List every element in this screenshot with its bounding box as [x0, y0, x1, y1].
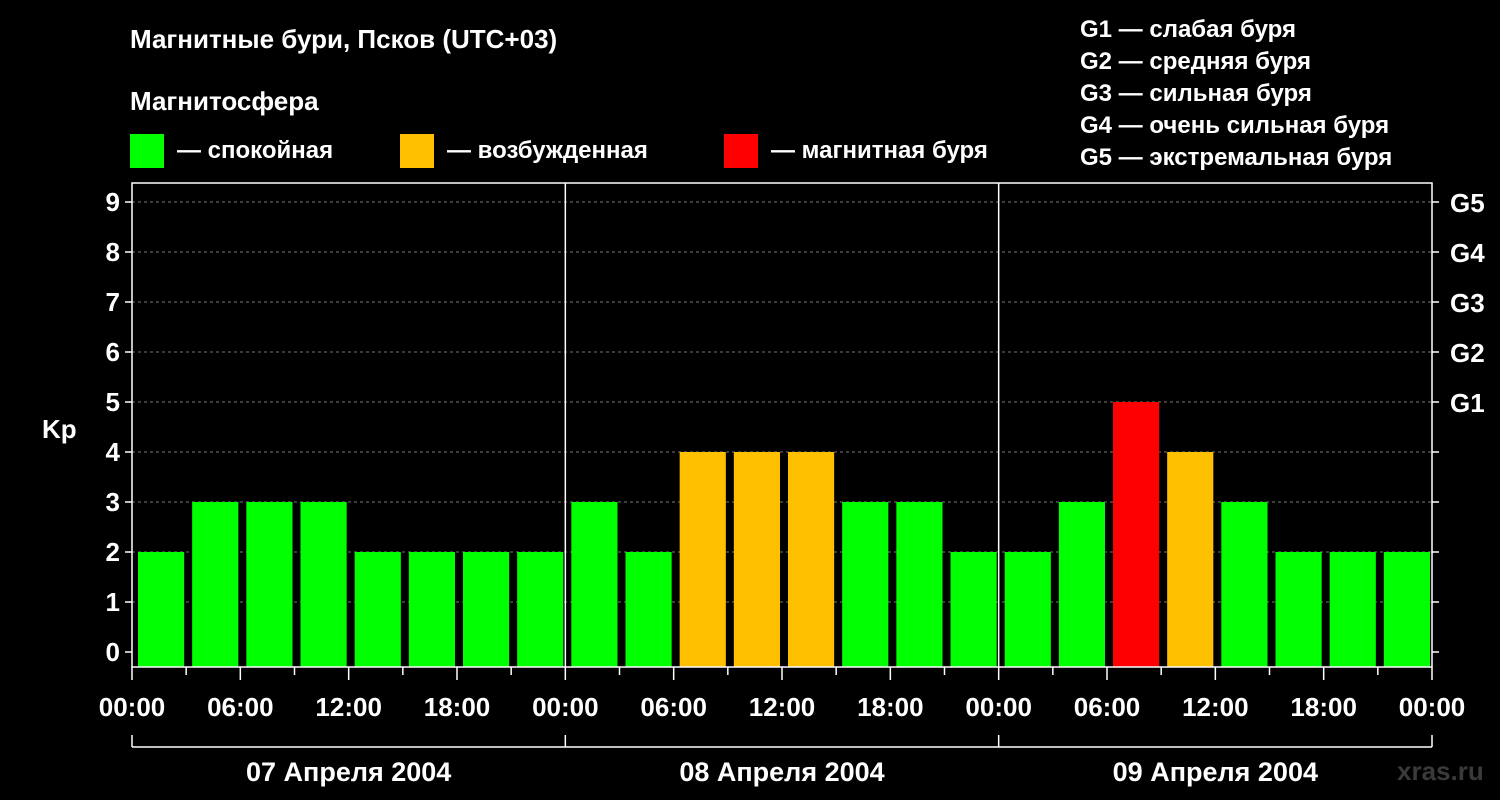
kp-bar	[1221, 502, 1268, 667]
x-tick-label: 18:00	[424, 692, 491, 722]
y-axis-label: Kp	[42, 414, 77, 444]
y-tick-label: 6	[106, 337, 120, 367]
kp-bar	[1058, 502, 1105, 667]
day-label: 07 Апреля 2004	[246, 757, 451, 787]
kp-bar	[571, 502, 618, 667]
kp-bar	[300, 502, 347, 667]
kp-bar-chart: 0 1 2 3 4 5 6 7 8 9 G1 G2 G3 G4 G5 Kp 00:00 06:00 12:00 18:…	[42, 182, 1485, 787]
x-tick-label: 00:00	[99, 692, 166, 722]
y-tick-label: 8	[106, 237, 120, 267]
kp-bar	[950, 552, 997, 667]
kp-bar	[246, 502, 293, 667]
kp-bar	[679, 452, 726, 667]
x-tick-label: 12:00	[749, 692, 816, 722]
y-tick-label: 5	[106, 387, 120, 417]
x-tick-label: 00:00	[965, 692, 1032, 722]
kp-bar	[354, 552, 401, 667]
kp-bar	[1383, 552, 1430, 667]
kp-bar	[463, 552, 510, 667]
y-tick-label: 2	[106, 537, 120, 567]
g-level-label: G2	[1450, 338, 1485, 368]
g-level-label: G4	[1450, 238, 1485, 268]
kp-bar	[625, 552, 672, 667]
day-label: 08 Апреля 2004	[679, 757, 884, 787]
kp-bar	[842, 502, 889, 667]
kp-bar	[1113, 402, 1160, 667]
x-tick-label: 00:00	[1399, 692, 1466, 722]
x-tick-label: 00:00	[532, 692, 599, 722]
x-tick-label: 06:00	[640, 692, 707, 722]
y-tick-label: 4	[106, 437, 121, 467]
kp-bar	[1167, 452, 1214, 667]
g-level-label: G1	[1450, 388, 1485, 418]
x-tick-label: 18:00	[857, 692, 924, 722]
kp-bar	[1275, 552, 1322, 667]
x-tick-label: 12:00	[315, 692, 382, 722]
y-tick-label: 0	[106, 637, 120, 667]
y-tick-label: 3	[106, 487, 120, 517]
g-level-label: G3	[1450, 288, 1485, 318]
watermark: xras.ru	[1397, 756, 1484, 786]
kp-bar	[1004, 552, 1051, 667]
x-tick-label: 18:00	[1290, 692, 1357, 722]
kp-bar	[733, 452, 780, 667]
kp-bar	[896, 502, 943, 667]
kp-bar	[192, 502, 239, 667]
kp-bar	[517, 552, 564, 667]
x-tick-label: 06:00	[1074, 692, 1141, 722]
kp-bar	[788, 452, 835, 667]
kp-bar	[138, 552, 185, 667]
y-tick-label: 7	[106, 287, 120, 317]
x-tick-label: 12:00	[1182, 692, 1249, 722]
kp-bar	[408, 552, 455, 667]
kp-bar	[1329, 552, 1376, 667]
x-tick-label: 06:00	[207, 692, 274, 722]
y-tick-label: 9	[106, 187, 120, 217]
day-label: 09 Апреля 2004	[1113, 757, 1318, 787]
g-level-label: G5	[1450, 188, 1485, 218]
y-tick-label: 1	[106, 587, 120, 617]
